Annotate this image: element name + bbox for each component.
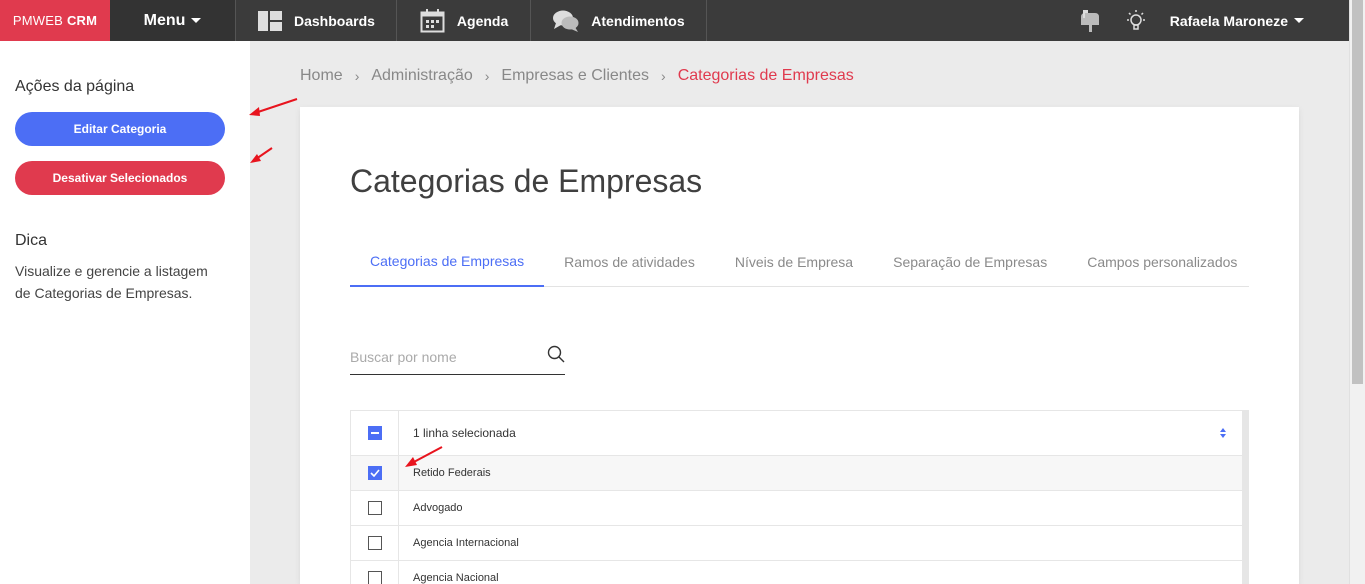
nav-atendimentos-label: Atendimentos (591, 12, 685, 29)
nav-atendimentos[interactable]: Atendimentos (531, 0, 707, 41)
select-all-checkbox[interactable] (367, 426, 382, 440)
tab-separacao-empresas[interactable]: Separação de Empresas (873, 237, 1067, 287)
row-checkbox[interactable] (367, 571, 382, 584)
sort-icon[interactable] (1220, 428, 1226, 438)
scrollbar-thumb[interactable] (1352, 0, 1363, 384)
brand-product: CRM (66, 13, 98, 28)
breadcrumb-separator-icon: › (484, 68, 490, 84)
page-title: Categorias de Empresas (350, 163, 703, 199)
table-header-row: 1 linha selecionada (351, 411, 1248, 456)
main-menu-button[interactable]: Menu (110, 0, 236, 41)
breadcrumb: Home › Administração › Empresas e Client… (300, 67, 854, 85)
user-name: Rafaela Maroneze (1169, 12, 1288, 29)
page-actions-panel: Ações da página Editar Categoria Desativ… (0, 41, 250, 584)
row-checkbox-cell (351, 526, 399, 560)
row-checkbox-cell (351, 456, 399, 490)
search-box (350, 339, 565, 375)
main-content-card: Categorias de Empresas Categorias de Emp… (300, 107, 1299, 584)
tab-categorias-empresas[interactable]: Categorias de Empresas (350, 237, 545, 287)
dashboard-icon (258, 10, 282, 31)
page-scrollbar[interactable] (1349, 0, 1365, 584)
annotation-arrow-icon (250, 147, 273, 163)
breadcrumb-separator-icon: › (661, 68, 666, 84)
tab-campos-personalizados[interactable]: Campos personalizados (1067, 237, 1257, 287)
breadcrumb-current: Categorias de Empresas (677, 67, 854, 84)
chevron-down-icon (191, 18, 202, 23)
row-name: Agencia Nacional (413, 572, 499, 584)
menu-label: Menu (143, 11, 186, 29)
chevron-down-icon (1294, 18, 1304, 23)
nav-agenda-label: Agenda (456, 12, 509, 29)
chat-icon (553, 10, 579, 32)
nav-dashboards-label: Dashboards (294, 12, 375, 29)
selection-count-label: 1 linha selecionada (413, 426, 516, 440)
check-icon (369, 469, 380, 477)
brand-logo[interactable]: PMWEB CRM (0, 0, 110, 41)
row-name: Agencia Internacional (413, 537, 519, 549)
search-input[interactable] (350, 348, 540, 365)
row-checkbox[interactable] (367, 501, 382, 515)
table-row[interactable]: Advogado (351, 491, 1248, 526)
table-row[interactable]: Retido Federais (351, 456, 1248, 491)
nav-agenda[interactable]: Agenda (397, 0, 532, 41)
edit-category-button[interactable]: Editar Categoria (15, 112, 225, 146)
calendar-icon (420, 8, 445, 33)
breadcrumb-administracao[interactable]: Administração (371, 67, 472, 85)
top-right-area: Rafaela Maroneze (1078, 0, 1349, 41)
breadcrumb-separator-icon: › (354, 68, 360, 84)
lightbulb-icon[interactable] (1124, 9, 1148, 33)
table-scroll-edge (1242, 410, 1249, 584)
select-all-cell (351, 411, 399, 455)
actions-title: Ações da página (15, 78, 135, 95)
annotation-arrow-icon (249, 98, 298, 116)
annotation-arrow-icon (405, 446, 443, 467)
table-row[interactable]: Agencia Nacional (351, 561, 1248, 584)
tab-bar: Categorias de Empresas Ramos de atividad… (350, 237, 1249, 287)
row-checkbox-cell (351, 491, 399, 525)
breadcrumb-empresas-clientes[interactable]: Empresas e Clientes (501, 67, 649, 85)
row-checkbox-checked[interactable] (367, 466, 382, 480)
tip-title: Dica (15, 232, 48, 249)
nav-dashboards[interactable]: Dashboards (236, 0, 397, 41)
table-row[interactable]: Agencia Internacional (351, 526, 1248, 561)
row-name: Advogado (413, 502, 463, 514)
search-icon[interactable] (547, 345, 565, 368)
row-checkbox-cell (351, 561, 399, 584)
user-menu[interactable]: Rafaela Maroneze (1170, 13, 1304, 29)
tab-ramos-atividades[interactable]: Ramos de atividades (544, 237, 715, 287)
top-navigation-bar: PMWEB CRM Menu Dashboards Agenda Atendime… (0, 0, 1349, 41)
row-checkbox[interactable] (367, 536, 382, 550)
brand-name: PMWEB (12, 13, 63, 28)
categories-table: 1 linha selecionada Retido Federais Advo… (350, 410, 1249, 584)
breadcrumb-home[interactable]: Home (300, 67, 343, 85)
tip-text: Visualize e gerencie a listagem de Categ… (15, 263, 208, 301)
tab-niveis-empresa[interactable]: Níveis de Empresa (715, 237, 873, 287)
deactivate-selected-button[interactable]: Desativar Selecionados (15, 161, 225, 195)
mailbox-icon[interactable] (1078, 9, 1102, 33)
